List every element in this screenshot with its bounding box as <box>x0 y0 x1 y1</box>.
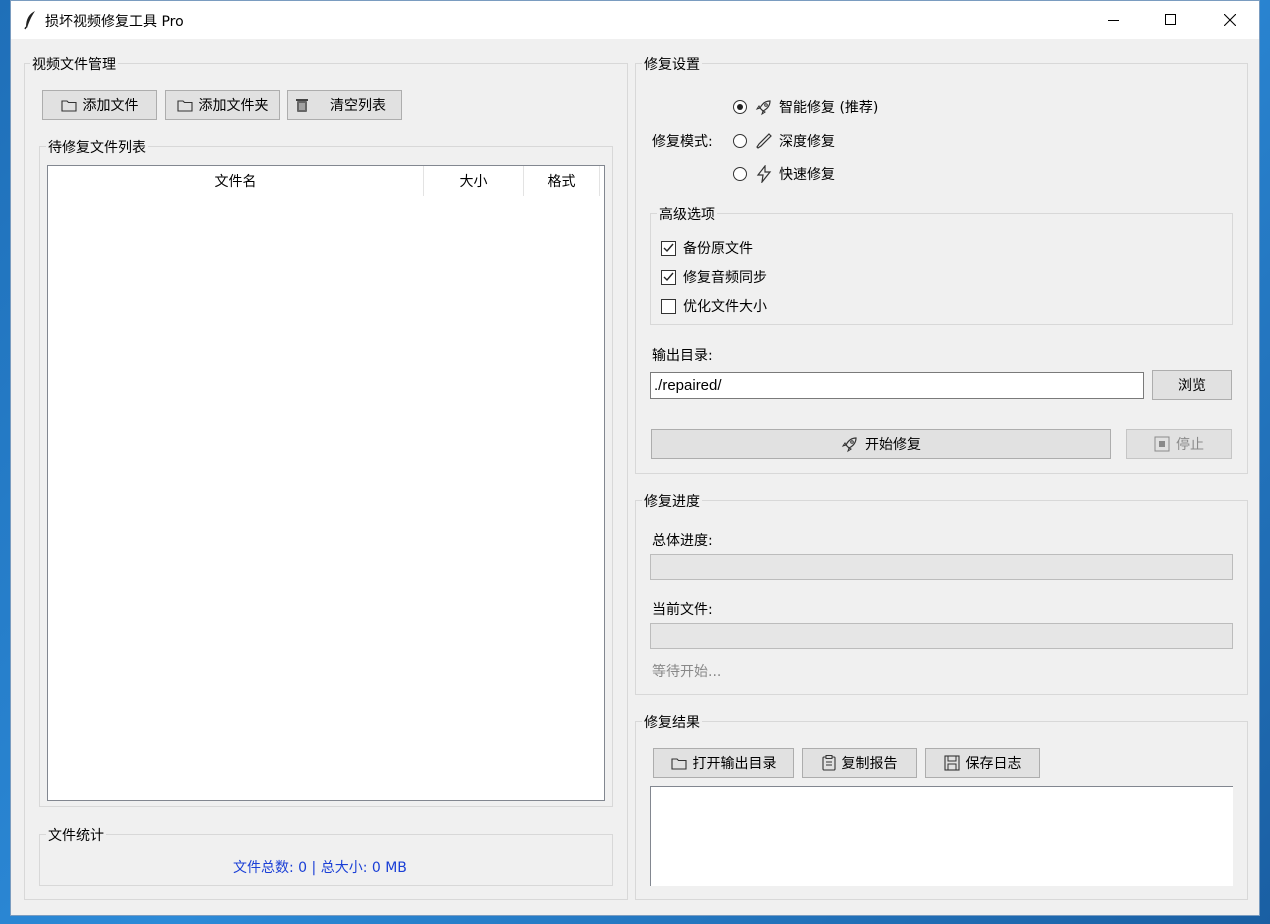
clear-list-button[interactable]: 清空列表 <box>287 90 402 120</box>
progress-status-text: 等待开始... <box>652 664 722 680</box>
feather-icon <box>24 11 35 30</box>
output-dir-input[interactable]: ./repaired/ <box>650 372 1144 399</box>
trash-icon <box>296 99 308 112</box>
progress-title: 修复进度 <box>642 491 702 511</box>
add-file-button[interactable]: 添加文件 <box>42 90 157 120</box>
save-log-button[interactable]: 保存日志 <box>925 748 1040 778</box>
save-log-label: 保存日志 <box>965 756 1022 772</box>
radio-button[interactable] <box>733 134 747 148</box>
file-stats-text: 文件总数: 0 | 总大小: 0 MB <box>233 860 407 876</box>
radio-button[interactable] <box>733 100 747 114</box>
add-folder-label: 添加文件夹 <box>198 98 269 114</box>
progress-group <box>635 500 1248 695</box>
window-title: 损坏视频修复工具 Pro <box>45 14 184 30</box>
rocket-icon <box>841 437 857 453</box>
stop-button[interactable]: 停止 <box>1126 429 1232 459</box>
column-size[interactable]: 大小 <box>424 166 524 196</box>
mode-radio-smart[interactable]: 智能修复 (推荐) <box>733 97 878 117</box>
checkbox-checked[interactable] <box>661 269 676 285</box>
option-audio-sync[interactable]: 修复音频同步 <box>661 267 767 287</box>
add-file-label: 添加文件 <box>82 98 139 114</box>
radio-button[interactable] <box>733 167 747 181</box>
maximize-button[interactable] <box>1148 1 1194 39</box>
start-repair-button[interactable]: 开始修复 <box>651 429 1111 459</box>
check-icon <box>663 243 674 253</box>
advanced-options-title: 高级选项 <box>657 204 717 224</box>
results-title: 修复结果 <box>642 712 702 732</box>
start-repair-label: 开始修复 <box>865 437 921 453</box>
mode-radio-deep[interactable]: 深度修复 <box>733 131 835 151</box>
settings-title: 修复设置 <box>642 54 702 74</box>
clear-list-label: 清空列表 <box>330 98 386 114</box>
copy-report-label: 复制报告 <box>841 756 898 772</box>
current-file-progress-bar <box>650 623 1233 649</box>
save-icon <box>943 755 960 771</box>
file-stats-title: 文件统计 <box>46 825 106 845</box>
open-output-dir-button[interactable]: 打开输出目录 <box>653 748 794 778</box>
file-manager-title: 视频文件管理 <box>30 54 118 74</box>
overall-progress-bar <box>650 554 1233 580</box>
table-header: 文件名 大小 格式 <box>48 166 604 196</box>
minimize-icon <box>1108 20 1119 21</box>
option-optimize-size-label: 优化文件大小 <box>683 299 767 315</box>
lightning-icon <box>756 165 772 183</box>
mode-radio-quick[interactable]: 快速修复 <box>733 164 835 184</box>
output-dir-label: 输出目录: <box>652 348 713 364</box>
title-bar: 损坏视频修复工具 Pro <box>11 1 1259 39</box>
folder-icon <box>176 99 193 112</box>
browse-label: 浏览 <box>1178 378 1206 394</box>
check-icon <box>663 272 674 282</box>
wrench-icon <box>756 133 772 149</box>
folder-icon <box>60 99 77 112</box>
rocket-icon <box>755 100 771 116</box>
pending-files-title: 待修复文件列表 <box>46 137 148 157</box>
stop-icon <box>1154 436 1170 452</box>
copy-report-button[interactable]: 复制报告 <box>802 748 917 778</box>
app-window: 损坏视频修复工具 Pro 视频文件管理 添加文件 添加文件夹 清空列表 待修复文… <box>10 0 1260 916</box>
option-backup[interactable]: 备份原文件 <box>661 238 753 258</box>
results-log-textarea[interactable] <box>650 786 1233 886</box>
close-button[interactable] <box>1207 1 1253 39</box>
open-output-dir-label: 打开输出目录 <box>692 756 777 772</box>
browse-button[interactable]: 浏览 <box>1152 370 1232 400</box>
minimize-button[interactable] <box>1091 1 1137 39</box>
mode-smart-label: 智能修复 (推荐) <box>779 100 879 116</box>
column-filename[interactable]: 文件名 <box>48 166 424 196</box>
clipboard-icon <box>821 755 836 771</box>
checkbox-checked[interactable] <box>661 240 676 256</box>
add-folder-button[interactable]: 添加文件夹 <box>165 90 280 120</box>
current-file-label: 当前文件: <box>652 602 713 618</box>
column-format[interactable]: 格式 <box>524 166 600 196</box>
file-list-table[interactable]: 文件名 大小 格式 <box>47 165 605 801</box>
mode-deep-label: 深度修复 <box>779 134 835 150</box>
folder-icon <box>670 757 687 770</box>
mode-label: 修复模式: <box>652 134 713 150</box>
checkbox-unchecked[interactable] <box>661 298 676 314</box>
option-audio-sync-label: 修复音频同步 <box>683 270 767 286</box>
overall-progress-label: 总体进度: <box>652 533 713 549</box>
maximize-icon <box>1165 14 1176 25</box>
stop-label: 停止 <box>1176 437 1204 453</box>
mode-quick-label: 快速修复 <box>779 167 835 183</box>
close-icon <box>1224 14 1236 26</box>
option-optimize-size[interactable]: 优化文件大小 <box>661 296 767 316</box>
option-backup-label: 备份原文件 <box>683 241 753 257</box>
